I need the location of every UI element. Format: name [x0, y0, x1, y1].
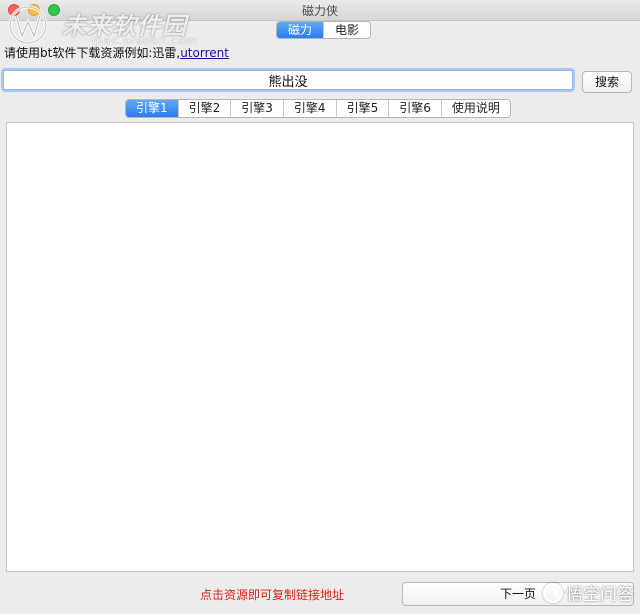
tab-movie[interactable]: 电影 [324, 22, 371, 38]
tab-magnet[interactable]: 磁力 [277, 22, 325, 38]
tab-engine-3[interactable]: 引擎3 [231, 100, 284, 117]
utorrent-link[interactable]: utorrent [180, 46, 229, 60]
download-hint-text: 请使用bt软件下载资源例如:迅雷, [4, 46, 181, 60]
search-button[interactable]: 搜索 [582, 71, 632, 93]
mode-segmented-control: 磁力 电影 [276, 21, 372, 39]
tab-engine-6[interactable]: 引擎6 [389, 100, 442, 117]
title-bar[interactable]: 磁力侠 [0, 0, 640, 21]
tab-engine-4[interactable]: 引擎4 [283, 100, 337, 117]
tab-instructions[interactable]: 使用说明 [441, 100, 510, 117]
engine-segmented-control: 引擎1 引擎2 引擎3 引擎4 引擎5 引擎6 使用说明 [125, 99, 511, 118]
tab-engine-1[interactable]: 引擎1 [126, 100, 179, 117]
next-page-button[interactable]: 下一页 [402, 582, 634, 606]
results-area[interactable] [6, 122, 634, 572]
window-title: 磁力侠 [301, 4, 338, 18]
download-hint: 请使用bt软件下载资源例如:迅雷,utorrent [4, 44, 229, 61]
tab-engine-5[interactable]: 引擎5 [336, 100, 390, 117]
search-input[interactable] [3, 70, 573, 90]
app-window: 磁力侠 未来软件园 mac.orsoon.com 磁力 电影 请使用bt软件下载… [0, 0, 640, 614]
copy-link-hint: 点击资源即可复制链接地址 [200, 588, 345, 602]
tab-engine-2[interactable]: 引擎2 [178, 100, 232, 117]
